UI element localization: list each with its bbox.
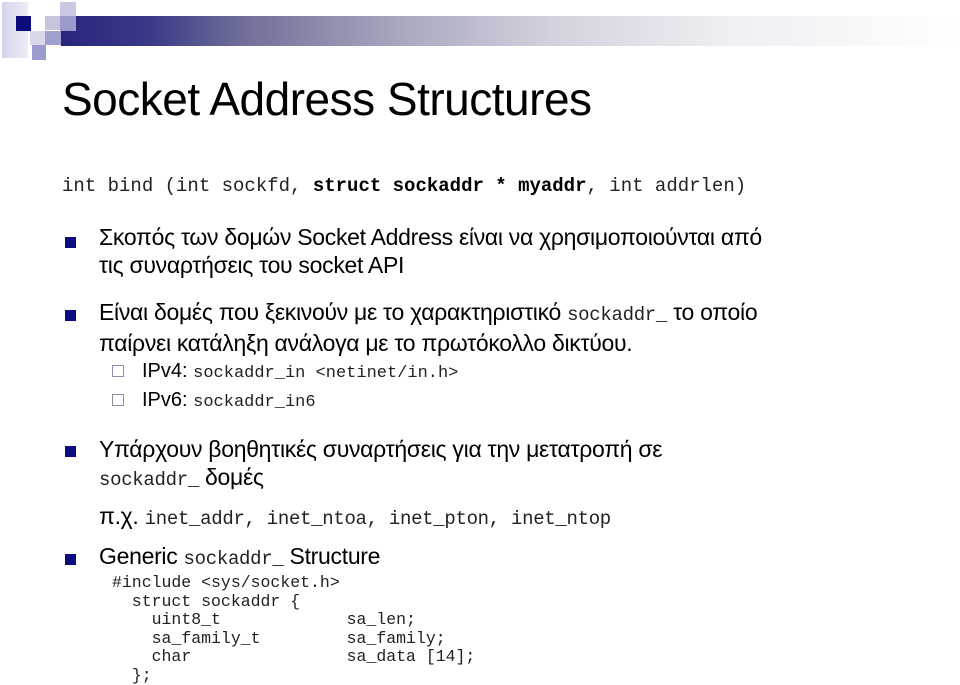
inline-code: sockaddr_	[99, 469, 199, 491]
code-block: #include <sys/socket.h> struct sockaddr …	[112, 574, 475, 685]
deco-square	[60, 2, 76, 16]
field-type: uint8_t	[152, 611, 347, 630]
square-bullet-icon	[65, 237, 76, 248]
code-line: uint8_tsa_len;	[112, 611, 475, 630]
bind-signature: int bind (int sockfd, struct sockaddr * …	[62, 175, 746, 197]
square-bullet-icon	[65, 310, 76, 321]
deco-square	[45, 16, 61, 30]
hollow-square-bullet-icon	[112, 365, 124, 377]
slide-title: Socket Address Structures	[62, 72, 592, 126]
deco-square	[30, 31, 45, 45]
bullet-line: παίρνει κατάληξη ανάλογα με το πρωτόκολλ…	[99, 329, 757, 357]
code-line: sa_family_tsa_family;	[112, 630, 475, 649]
field-name: sa_len;	[347, 610, 416, 629]
bullet-text: δομές	[199, 464, 264, 490]
inline-code: sockaddr_in <netinet/in.h>	[193, 364, 458, 383]
signature-bold: struct sockaddr * myaddr	[313, 175, 587, 197]
inline-code: sockaddr_in6	[193, 393, 315, 412]
signature-part: int bind (int sockfd,	[62, 175, 313, 197]
code-line: #include <sys/socket.h>	[112, 574, 475, 593]
header-gradient-bar	[61, 16, 960, 46]
field-name: sa_data [14];	[347, 647, 476, 666]
bullet-text: Είναι δομές που ξεκινούν με το χαρακτηρι…	[99, 299, 567, 325]
bullet-purpose: Σκοπός των δομών Socket Address είναι να…	[99, 223, 762, 279]
deco-square	[32, 45, 46, 60]
subitem-ipv6: IPv6: sockaddr_in6	[142, 388, 316, 415]
subitem-label: IPv4:	[142, 360, 193, 382]
inline-code: sockaddr_	[184, 548, 284, 570]
deco-square-dark	[16, 16, 31, 31]
inline-code: sockaddr_	[567, 304, 667, 326]
inline-code: inet_addr, inet_ntoa, inet_pton, inet_nt…	[145, 508, 611, 530]
bullet-line: Είναι δομές που ξεκινούν με το χαρακτηρι…	[99, 298, 757, 329]
bullet-line: Σκοπός των δομών Socket Address είναι να…	[99, 223, 762, 251]
field-type: char	[152, 648, 347, 667]
subitem-label: IPv6:	[142, 389, 193, 411]
field-type: sa_family_t	[152, 630, 347, 649]
bullet-text: Generic	[99, 543, 184, 569]
field-name: sa_family;	[347, 629, 446, 648]
code-line: charsa_data [14];	[112, 648, 475, 667]
code-line: };	[112, 667, 475, 685]
square-bullet-icon	[65, 554, 76, 565]
signature-part: , int addrlen)	[587, 175, 747, 197]
bullet-line: sockaddr_ δομές	[99, 463, 662, 494]
bullet-helpers: Υπάρχουν βοηθητικές συναρτήσεις για την …	[99, 435, 662, 533]
bullet-line: τις συναρτήσεις του socket API	[99, 251, 762, 279]
deco-square	[45, 31, 61, 45]
deco-square	[60, 16, 76, 31]
code-line: struct sockaddr {	[112, 593, 475, 612]
bullet-example: π.χ. inet_addr, inet_ntoa, inet_pton, in…	[99, 502, 662, 533]
bullet-text: Structure	[283, 543, 380, 569]
hollow-square-bullet-icon	[112, 394, 124, 406]
example-label: π.χ.	[99, 503, 145, 529]
bullet-generic: Generic sockaddr_ Structure	[99, 542, 380, 573]
bullet-text: το οποίο	[667, 299, 757, 325]
square-bullet-icon	[65, 446, 76, 457]
bullet-structures: Είναι δομές που ξεκινούν με το χαρακτηρι…	[99, 298, 757, 357]
bullet-line: Υπάρχουν βοηθητικές συναρτήσεις για την …	[99, 435, 662, 463]
subitem-ipv4: IPv4: sockaddr_in <netinet/in.h>	[142, 359, 458, 386]
